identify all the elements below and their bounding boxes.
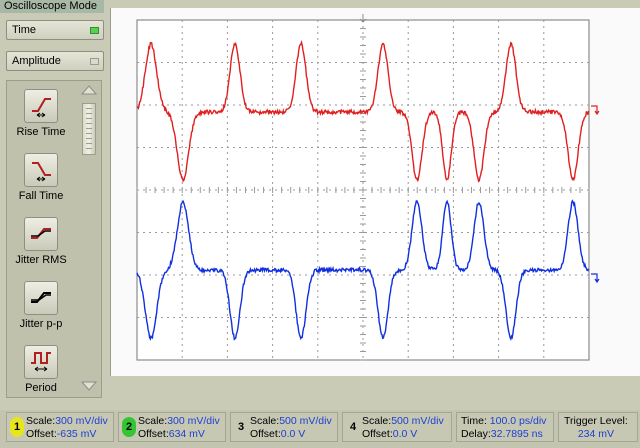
- channel-4-settings[interactable]: 4 Scale:500 mV/div Offset:0.0 V: [342, 412, 452, 442]
- ch3-offset-value: 0.0 V: [281, 428, 306, 440]
- ch4-scale-value: 500 mV/div: [391, 415, 444, 427]
- jitter-rms-button[interactable]: Jitter RMS: [12, 217, 70, 266]
- channel-2-marker-icon: [591, 274, 599, 282]
- measurement-panel: Rise Time Fall Time Jitter RMS Jitter p-…: [6, 80, 102, 398]
- amplitude-mode-label: Amplitude: [12, 55, 61, 67]
- time-value: 100.0 ps/div: [490, 415, 547, 427]
- delay-value: 32.7895 ns: [491, 428, 543, 440]
- ch1-scale-value: 300 mV/div: [55, 415, 108, 427]
- rise-time-button[interactable]: Rise Time: [12, 89, 70, 138]
- ch4-scale-key: Scale:: [362, 415, 391, 427]
- time-mode-label: Time: [12, 24, 36, 36]
- delay-key: Delay:: [461, 428, 491, 440]
- ch2-scale-key: Scale:: [138, 415, 167, 427]
- jitter-pp-icon: [24, 281, 58, 315]
- active-indicator-icon: [90, 27, 99, 34]
- channel-1-marker-icon: [591, 106, 599, 114]
- fall-time-icon: [24, 153, 58, 187]
- channel-4-badge: 4: [346, 417, 360, 437]
- ch2-offset-value: 634 mV: [169, 428, 205, 440]
- ch3-offset-key: Offset:: [250, 428, 281, 440]
- ch3-scale-value: 500 mV/div: [279, 415, 332, 427]
- time-mode-dropdown[interactable]: Time: [6, 20, 104, 40]
- ch1-offset-value: -635 mV: [57, 428, 97, 440]
- scroll-down-icon[interactable]: [79, 379, 99, 393]
- jitter-rms-icon: [24, 217, 58, 251]
- ch1-offset-key: Offset:: [26, 428, 57, 440]
- jitter-rms-label: Jitter RMS: [12, 254, 70, 266]
- time-key: Time:: [461, 415, 487, 427]
- app-title: Oscilloscope Mode: [0, 0, 104, 13]
- ch2-scale-value: 300 mV/div: [167, 415, 220, 427]
- ch3-scale-key: Scale:: [250, 415, 279, 427]
- fall-time-button[interactable]: Fall Time: [12, 153, 70, 202]
- waveform-plot[interactable]: [111, 8, 640, 376]
- ch1-scale-key: Scale:: [26, 415, 55, 427]
- measurement-scrollbar[interactable]: [79, 83, 99, 393]
- timebase-settings[interactable]: Time: 100.0 ps/div Delay:32.7895 ns: [456, 412, 554, 442]
- trigger-level-key: Trigger Level:: [564, 415, 628, 427]
- channel-1-badge: 1: [10, 417, 24, 437]
- rise-time-icon: [24, 89, 58, 123]
- channel-1-settings[interactable]: 1 Scale:300 mV/div Offset:-635 mV: [6, 412, 114, 442]
- trigger-settings[interactable]: Trigger Level: 234 mV: [558, 412, 638, 442]
- ch2-offset-key: Offset:: [138, 428, 169, 440]
- amplitude-mode-dropdown[interactable]: Amplitude: [6, 51, 104, 71]
- scroll-thumb[interactable]: [82, 103, 96, 155]
- channel-2-settings[interactable]: 2 Scale:300 mV/div Offset:634 mV: [118, 412, 226, 442]
- ch4-offset-value: 0.0 V: [393, 428, 418, 440]
- channel-2-badge: 2: [122, 417, 136, 437]
- inactive-indicator-icon: [90, 58, 99, 65]
- scroll-up-icon[interactable]: [79, 83, 99, 97]
- ch4-offset-key: Offset:: [362, 428, 393, 440]
- jitter-pp-label: Jitter p-p: [12, 318, 70, 330]
- channel-3-badge: 3: [234, 417, 248, 437]
- fall-time-label: Fall Time: [12, 190, 70, 202]
- channel-3-settings[interactable]: 3 Scale:500 mV/div Offset:0.0 V: [230, 412, 338, 442]
- rise-time-label: Rise Time: [12, 126, 70, 138]
- period-icon: [24, 345, 58, 379]
- jitter-pp-button[interactable]: Jitter p-p: [12, 281, 70, 330]
- period-label: Period: [12, 382, 70, 394]
- period-button[interactable]: Period: [12, 345, 70, 394]
- trigger-level-value: 234 mV: [578, 428, 614, 440]
- waveform-display[interactable]: [110, 8, 640, 376]
